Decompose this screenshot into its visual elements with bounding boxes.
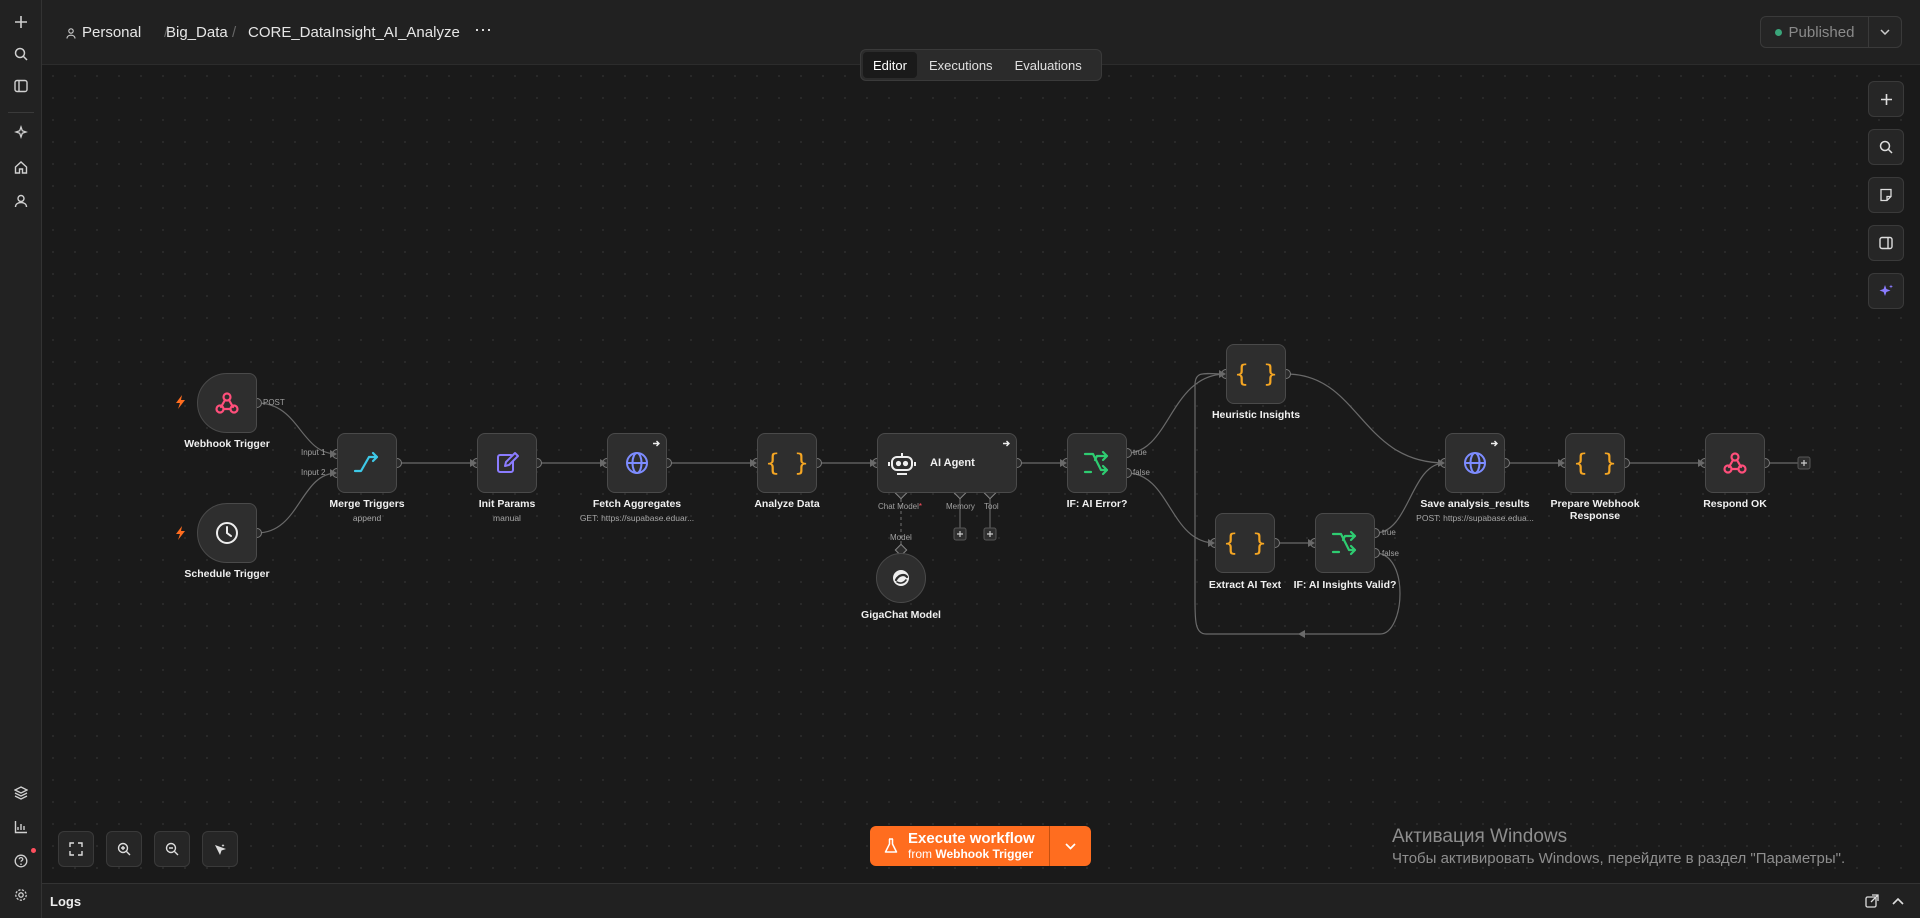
arrow-right-icon bbox=[1491, 440, 1498, 447]
globe-icon bbox=[626, 452, 648, 474]
node-schedule-trigger[interactable] bbox=[197, 503, 257, 563]
globe-icon bbox=[1464, 452, 1486, 474]
node-label: Webhook Trigger bbox=[184, 438, 270, 450]
node-label: Merge Triggers bbox=[329, 498, 405, 510]
logs-title: Logs bbox=[50, 894, 82, 909]
node-label: GigaChat Model bbox=[861, 609, 941, 621]
node-prepare-webhook-response[interactable]: { } bbox=[1565, 433, 1625, 493]
connection-heuristic-save bbox=[1285, 373, 1446, 464]
merge-icon bbox=[353, 451, 379, 473]
tidy-up-button[interactable] bbox=[202, 831, 238, 867]
port-label-false: false bbox=[1133, 468, 1150, 477]
execute-from-node: Webhook Trigger bbox=[935, 847, 1034, 861]
node-label: Init Params bbox=[478, 498, 536, 510]
windows-activation-text: Чтобы активировать Windows, перейдите в … bbox=[1392, 850, 1846, 867]
port-label-false: false bbox=[1382, 549, 1399, 558]
node-label: Save analysis_results bbox=[1420, 498, 1530, 510]
port-label-tool: Tool bbox=[984, 502, 999, 511]
node-label: Prepare Webhook bbox=[1550, 498, 1640, 510]
arrow-right-icon bbox=[653, 440, 660, 447]
robot-icon bbox=[888, 453, 916, 475]
zoom-in-button[interactable] bbox=[106, 831, 142, 867]
webhook-icon bbox=[1723, 452, 1747, 474]
node-subtitle: POST: https://supabase.edua... bbox=[1416, 513, 1534, 523]
logs-panel[interactable]: Logs bbox=[42, 883, 1920, 918]
code-icon: { } bbox=[1234, 360, 1278, 388]
node-label: IF: AI Insights Valid? bbox=[1293, 579, 1397, 591]
zoom-out-button[interactable] bbox=[154, 831, 190, 867]
port-label-memory: Memory bbox=[946, 502, 975, 511]
port-label-input2: Input 2 bbox=[301, 468, 326, 477]
execute-from: from Webhook Trigger bbox=[908, 847, 1035, 861]
node-merge-triggers[interactable] bbox=[337, 433, 397, 493]
flask-icon bbox=[884, 838, 898, 853]
code-icon: { } bbox=[1573, 449, 1617, 477]
if-branch-icon bbox=[1083, 450, 1109, 476]
node-subtitle: GET: https://supabase.eduar... bbox=[579, 513, 695, 523]
chevron-up-icon[interactable] bbox=[1892, 897, 1904, 905]
node-fetch-aggregates[interactable] bbox=[607, 433, 667, 493]
node-heuristic-insights[interactable]: { } bbox=[1226, 344, 1286, 404]
code-icon: { } bbox=[1223, 529, 1267, 557]
fit-view-button[interactable] bbox=[58, 831, 94, 867]
node-if-ai-error[interactable] bbox=[1067, 433, 1127, 493]
node-init-params[interactable] bbox=[477, 433, 537, 493]
node-label: Heuristic Insights bbox=[1211, 409, 1301, 421]
add-memory-button bbox=[953, 527, 967, 541]
node-gigachat-model[interactable] bbox=[876, 553, 926, 603]
code-icon: { } bbox=[765, 449, 809, 477]
port-label-model: Model bbox=[890, 533, 912, 542]
node-label: Response bbox=[1569, 510, 1621, 522]
port-label-post: POST bbox=[263, 398, 285, 407]
connection-schedule-merge bbox=[256, 472, 338, 534]
port-label-chat-model: Chat Model* bbox=[878, 502, 922, 511]
node-extract-ai-text[interactable]: { } bbox=[1215, 513, 1275, 573]
if-branch-icon bbox=[1331, 530, 1357, 556]
port-label-true: true bbox=[1382, 528, 1396, 537]
node-analyze-data[interactable]: { } bbox=[757, 433, 817, 493]
execute-from-prefix: from bbox=[908, 847, 932, 861]
edit-icon bbox=[497, 452, 519, 473]
node-label: IF: AI Error? bbox=[1066, 498, 1128, 510]
execute-workflow-main[interactable]: Execute workflow from Webhook Trigger bbox=[870, 826, 1050, 866]
gigachat-icon bbox=[893, 570, 909, 586]
arrow-right-icon bbox=[1003, 440, 1010, 447]
node-subtitle: append bbox=[352, 513, 382, 523]
execute-label: Execute workflow bbox=[908, 830, 1035, 847]
node-save-analysis-results[interactable] bbox=[1445, 433, 1505, 493]
node-respond-ok[interactable] bbox=[1705, 433, 1765, 493]
node-webhook-trigger[interactable] bbox=[197, 373, 257, 433]
node-label: Schedule Trigger bbox=[184, 568, 270, 580]
webhook-icon bbox=[215, 392, 239, 414]
execute-workflow-button[interactable]: Execute workflow from Webhook Trigger bbox=[870, 826, 1091, 866]
trigger-bolt-icon bbox=[176, 526, 185, 540]
node-label: Fetch Aggregates bbox=[592, 498, 682, 510]
chat-model-label: Chat Model bbox=[878, 502, 919, 511]
open-in-new-icon[interactable] bbox=[1865, 894, 1879, 908]
node-label: Analyze Data bbox=[754, 498, 820, 510]
connection-if-false-extract bbox=[1126, 472, 1216, 544]
chevron-down-icon[interactable] bbox=[1050, 826, 1091, 866]
port-label-input1: Input 1 bbox=[301, 448, 326, 457]
node-label: Extract AI Text bbox=[1208, 579, 1282, 591]
clock-icon bbox=[216, 522, 238, 544]
add-tool-button bbox=[983, 527, 997, 541]
node-subtitle: manual bbox=[493, 513, 521, 523]
port-label-true: true bbox=[1133, 448, 1147, 457]
node-label: Respond OK bbox=[1703, 498, 1767, 510]
node-ai-agent[interactable]: AI Agent bbox=[877, 433, 1017, 493]
required-marker: * bbox=[918, 502, 923, 511]
trigger-bolt-icon bbox=[176, 395, 185, 409]
add-next-node-button bbox=[1797, 456, 1811, 470]
windows-activation-title: Активация Windows bbox=[1392, 826, 1568, 847]
ai-agent-title: AI Agent bbox=[930, 457, 975, 469]
node-if-insights-valid[interactable] bbox=[1315, 513, 1375, 573]
